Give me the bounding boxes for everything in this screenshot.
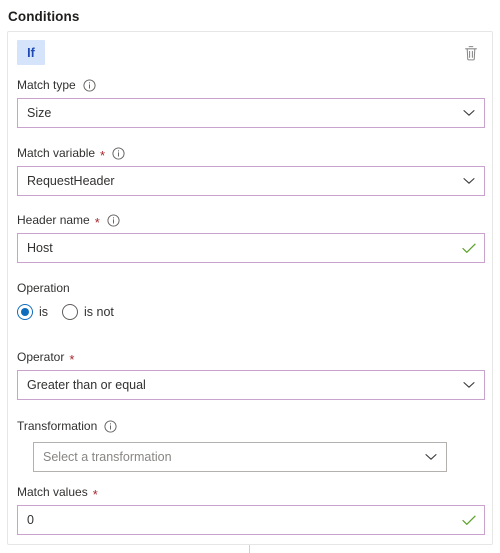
field-operator: Operator * Greater than or equal [17,349,485,400]
match-values-input[interactable]: 0 [17,505,485,535]
field-header-name-label: Header name [17,213,90,227]
field-transformation-control-wrap: Select a transformation [33,442,447,472]
info-icon[interactable] [83,79,96,92]
if-badge[interactable]: If [17,40,45,65]
field-operator-label-row: Operator * [17,349,485,366]
trash-icon [463,45,479,62]
operation-radio-group: is is not [17,301,485,323]
transformation-value: Select a transformation [43,450,172,464]
field-operation: Operation is is not [17,280,485,323]
field-transformation-label-row: Transformation [17,418,485,435]
info-icon[interactable] [112,147,125,160]
condition-card-body: If Match type Size Match variable * Requ… [8,32,492,544]
conditions-panel: Conditions If Match type Size Match vari… [0,0,500,553]
field-transformation: Transformation [17,418,485,439]
field-operation-label: Operation [17,281,70,295]
radio-unselected-icon [62,304,79,320]
radio-operation-is[interactable]: is [17,304,48,320]
field-header-name: Header name * Host [17,212,485,263]
match-type-value: Size [27,106,52,120]
field-match-type-label: Match type [17,78,76,92]
card-connector-line [249,545,250,553]
delete-condition-button[interactable] [458,40,484,66]
header-name-value: Host [27,241,53,255]
operator-value: Greater than or equal [27,378,146,392]
match-type-dropdown[interactable]: Size [17,98,485,128]
radio-operation-is-not[interactable]: is not [62,304,114,320]
field-operator-label: Operator [17,350,65,364]
radio-operation-is-label: is [39,305,49,319]
field-match-type: Match type Size [17,77,485,128]
header-name-input[interactable]: Host [17,233,485,263]
info-icon[interactable] [107,214,120,227]
match-variable-value: RequestHeader [27,174,115,188]
page-title: Conditions [8,9,80,24]
field-match-variable-label-row: Match variable * [17,145,485,162]
info-icon[interactable] [104,420,117,433]
field-match-variable-label: Match variable [17,146,96,160]
condition-card: If Match type Size Match variable * Requ… [7,31,493,545]
operator-dropdown[interactable]: Greater than or equal [17,370,485,400]
radio-selected-icon [17,304,33,320]
field-match-values-label-row: Match values * [17,484,485,501]
field-match-values-label: Match values [17,485,88,499]
field-operation-label-row: Operation [17,280,485,297]
match-variable-dropdown[interactable]: RequestHeader [17,166,485,196]
field-match-type-label-row: Match type [17,77,485,94]
field-header-name-label-row: Header name * [17,212,485,229]
field-transformation-label: Transformation [17,419,98,433]
transformation-dropdown[interactable]: Select a transformation [33,442,447,472]
required-marker: * [69,351,75,367]
match-values-value: 0 [27,513,34,527]
required-marker: * [94,214,100,230]
field-match-values: Match values * 0 [17,484,485,535]
field-match-variable: Match variable * RequestHeader [17,145,485,196]
required-marker: * [92,486,98,502]
radio-operation-is-not-label: is not [84,305,114,319]
required-marker: * [100,147,106,163]
